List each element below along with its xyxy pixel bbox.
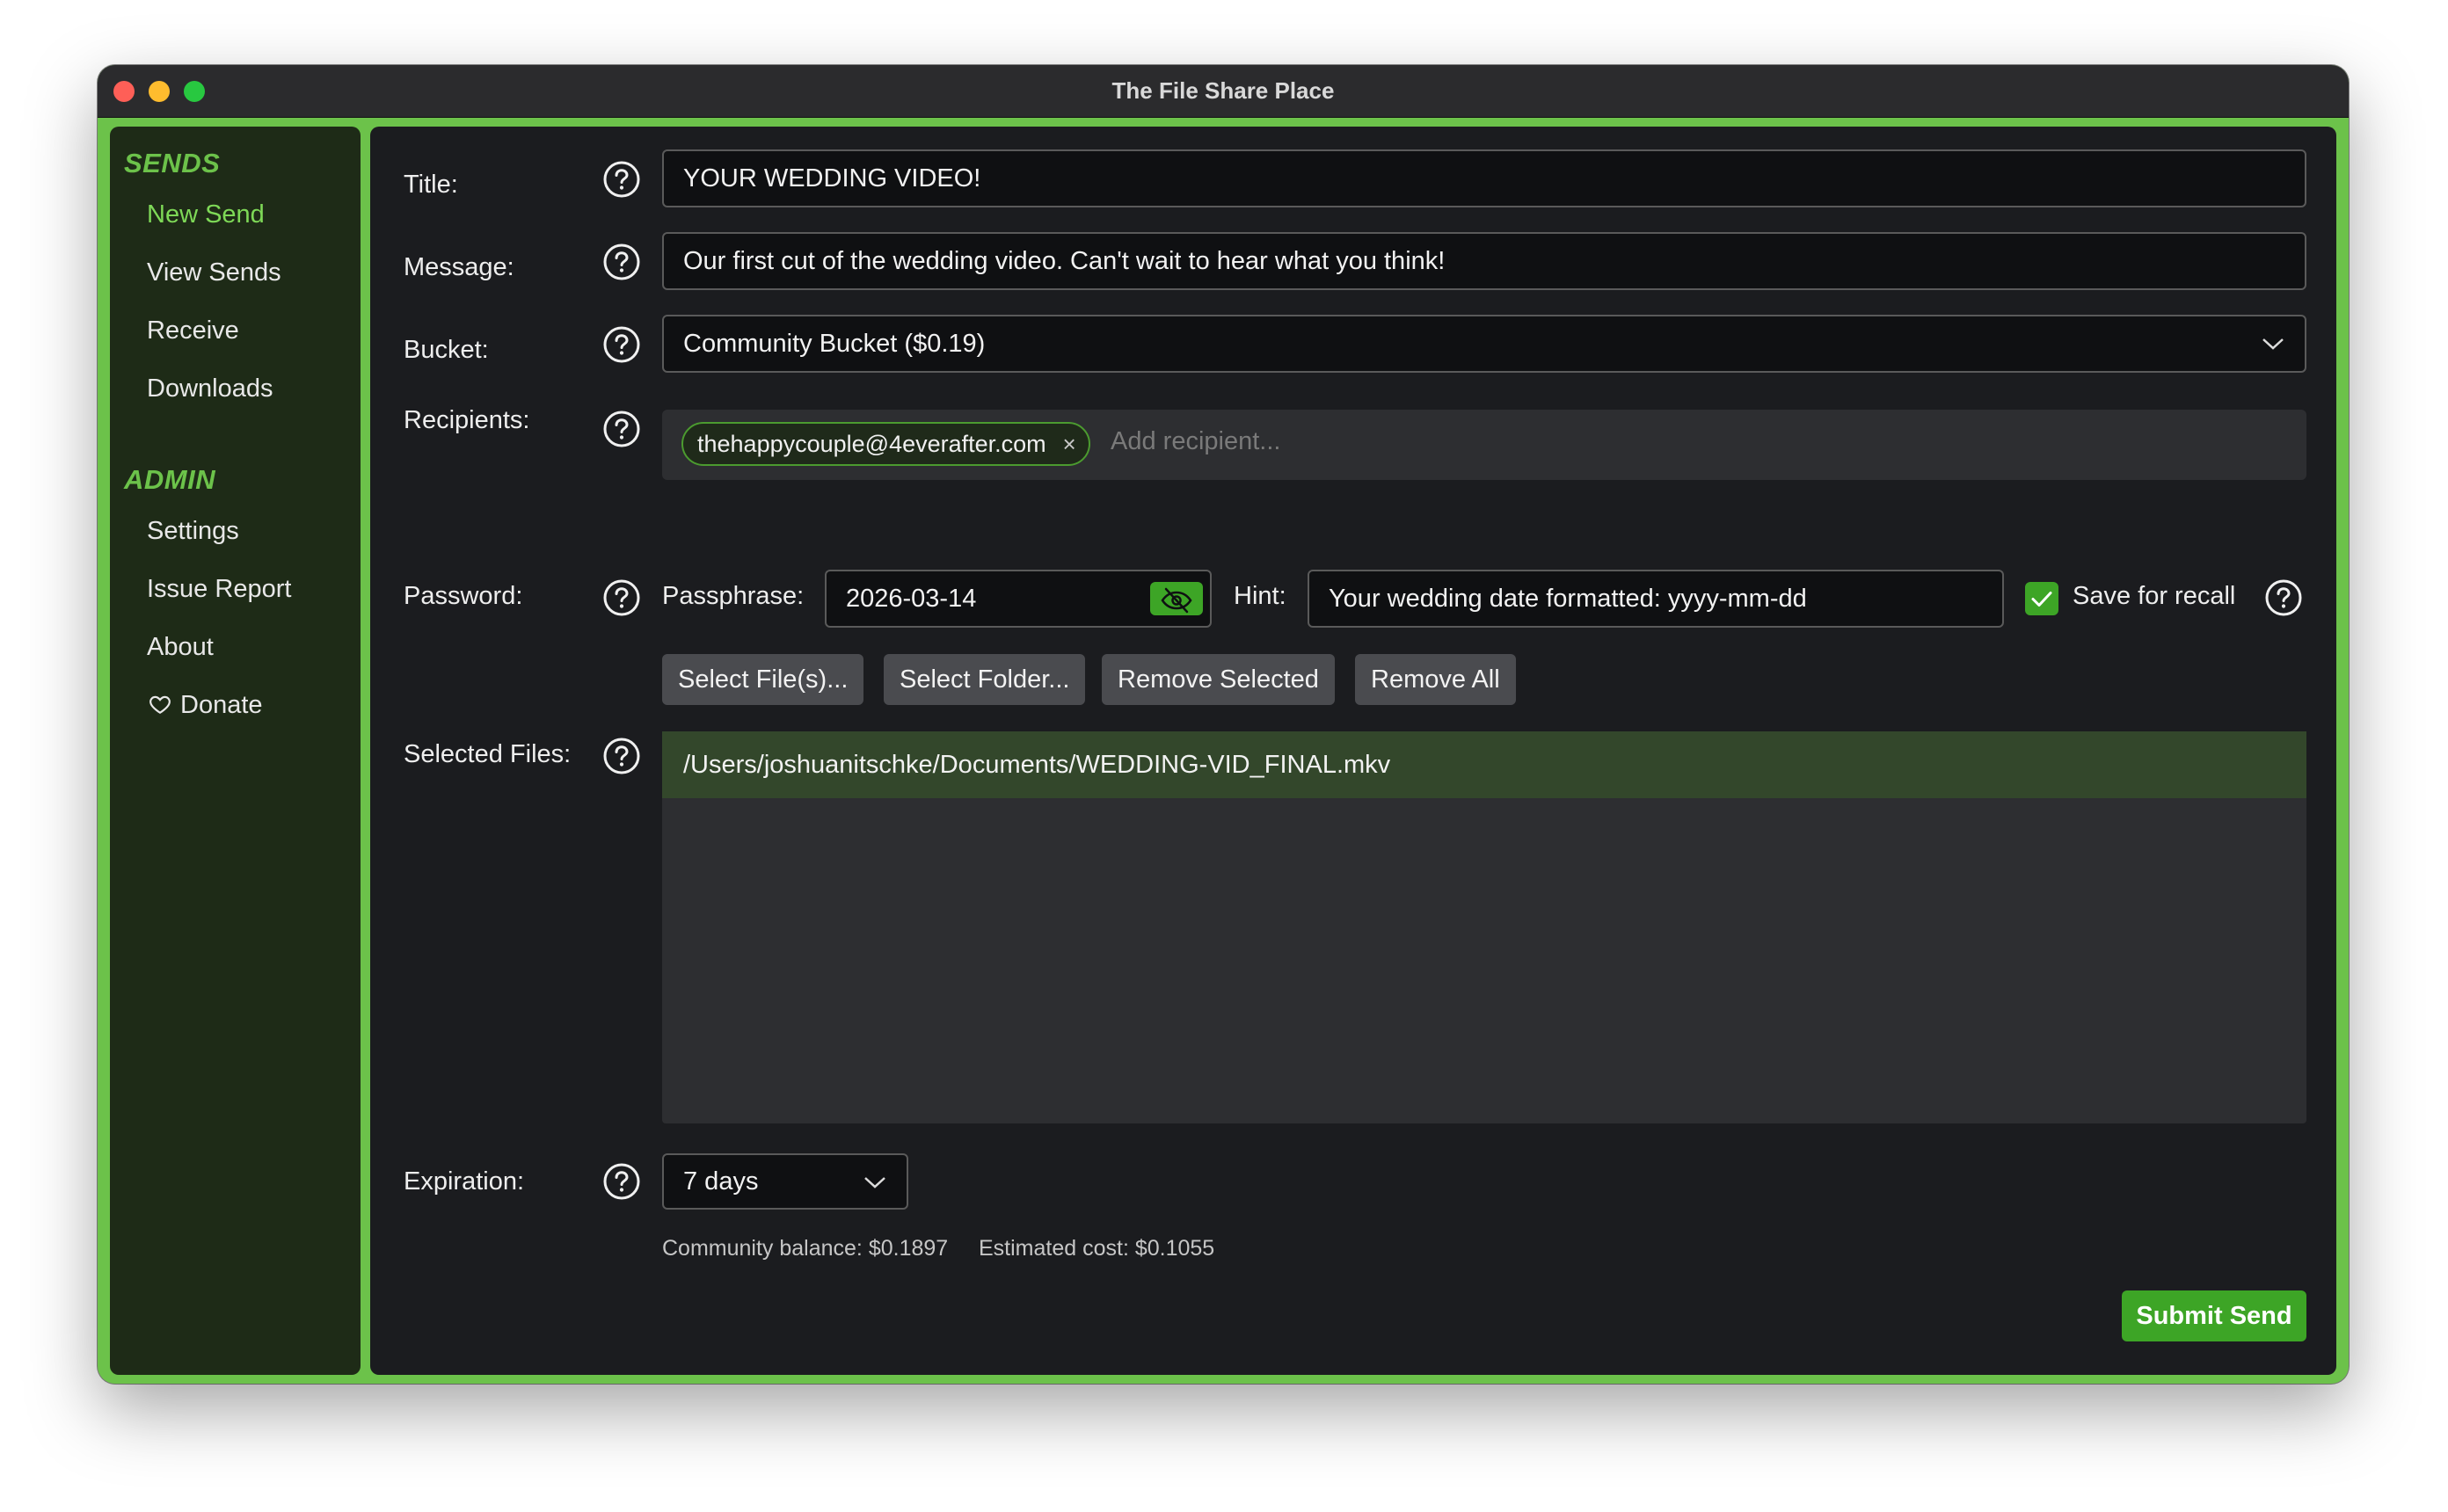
recipients-label: Recipients: xyxy=(404,406,530,434)
sidebar-item-new-send[interactable]: New Send xyxy=(147,200,265,229)
list-item[interactable]: /Users/joshuanitschke/Documents/WEDDING-… xyxy=(662,731,2306,798)
sidebar-item-donate-label: Donate xyxy=(180,691,263,719)
toggle-visibility-button[interactable] xyxy=(1150,582,1203,615)
eye-off-icon xyxy=(1161,587,1192,614)
title-bar: The File Share Place xyxy=(98,65,2349,118)
chevron-down-icon xyxy=(2262,338,2284,350)
app-window: The File Share Place SENDS New Send View… xyxy=(98,65,2349,1384)
sidebar-item-receive[interactable]: Receive xyxy=(147,316,239,345)
help-icon[interactable] xyxy=(602,737,641,775)
save-for-recall-label: Save for recall xyxy=(2073,582,2236,610)
expiration-select[interactable]: 7 days xyxy=(662,1153,908,1210)
community-balance-text: Community balance: $0.1897 xyxy=(662,1236,949,1261)
sidebar-item-view-sends[interactable]: View Sends xyxy=(147,258,281,287)
help-icon[interactable] xyxy=(602,243,641,281)
new-send-form: Title: YOUR WEDDING VIDEO! Message: Our … xyxy=(370,127,2336,1375)
sidebar-item-donate[interactable]: Donate xyxy=(147,691,263,720)
title-input[interactable]: YOUR WEDDING VIDEO! xyxy=(662,149,2306,207)
passphrase-label: Passphrase: xyxy=(662,582,805,610)
passphrase-value: 2026-03-14 xyxy=(846,585,977,613)
remove-selected-button[interactable]: Remove Selected xyxy=(1102,654,1335,705)
help-icon[interactable] xyxy=(602,1162,641,1201)
estimated-cost-text: Estimated cost: $0.1055 xyxy=(979,1236,1215,1261)
remove-all-button[interactable]: Remove All xyxy=(1355,654,1516,705)
hint-label: Hint: xyxy=(1234,582,1286,610)
checkmark-icon xyxy=(2031,592,2052,607)
bucket-label: Bucket: xyxy=(404,336,489,364)
password-label: Password: xyxy=(404,582,523,610)
chevron-down-icon xyxy=(864,1177,885,1189)
sends-heading: SENDS xyxy=(124,148,221,178)
help-icon[interactable] xyxy=(602,325,641,364)
help-icon[interactable] xyxy=(602,160,641,199)
title-label: Title: xyxy=(404,171,458,199)
help-icon[interactable] xyxy=(602,410,641,448)
sidebar: SENDS New Send View Sends Receive Downlo… xyxy=(110,127,361,1375)
admin-heading: ADMIN xyxy=(124,464,216,495)
sidebar-item-about[interactable]: About xyxy=(147,633,214,662)
recipient-chip-email: thehappycouple@4everafter.com xyxy=(697,431,1046,457)
expiration-select-value: 7 days xyxy=(683,1167,759,1196)
select-folder-button[interactable]: Select Folder... xyxy=(884,654,1086,705)
bucket-select-value: Community Bucket ($0.19) xyxy=(683,330,986,358)
sidebar-item-settings[interactable]: Settings xyxy=(147,517,239,546)
selected-files-list[interactable]: /Users/joshuanitschke/Documents/WEDDING-… xyxy=(662,731,2306,1123)
bucket-select[interactable]: Community Bucket ($0.19) xyxy=(662,315,2306,373)
help-icon[interactable] xyxy=(2264,578,2303,617)
recipients-field[interactable]: thehappycouple@4everafter.com × Add reci… xyxy=(662,410,2306,480)
add-recipient-input[interactable]: Add recipient... xyxy=(1111,427,1280,456)
sidebar-item-issue-report[interactable]: Issue Report xyxy=(147,575,291,604)
expiration-label: Expiration: xyxy=(404,1167,525,1196)
hint-input[interactable]: Your wedding date formatted: yyyy-mm-dd xyxy=(1308,570,2004,628)
submit-send-button[interactable]: Submit Send xyxy=(2122,1290,2306,1341)
message-input[interactable]: Our first cut of the wedding video. Can'… xyxy=(662,232,2306,290)
message-label: Message: xyxy=(404,253,514,281)
help-icon[interactable] xyxy=(602,578,641,617)
remove-recipient-button[interactable]: × xyxy=(1062,424,1075,464)
heart-icon xyxy=(149,695,171,715)
window-title: The File Share Place xyxy=(1111,77,1335,104)
save-for-recall-checkbox[interactable] xyxy=(2025,582,2058,615)
sidebar-item-downloads[interactable]: Downloads xyxy=(147,374,273,403)
passphrase-input[interactable]: 2026-03-14 xyxy=(825,570,1212,628)
selected-files-label: Selected Files: xyxy=(404,740,572,768)
select-files-button[interactable]: Select File(s)... xyxy=(662,654,864,705)
recipient-chip: thehappycouple@4everafter.com × xyxy=(681,422,1090,466)
